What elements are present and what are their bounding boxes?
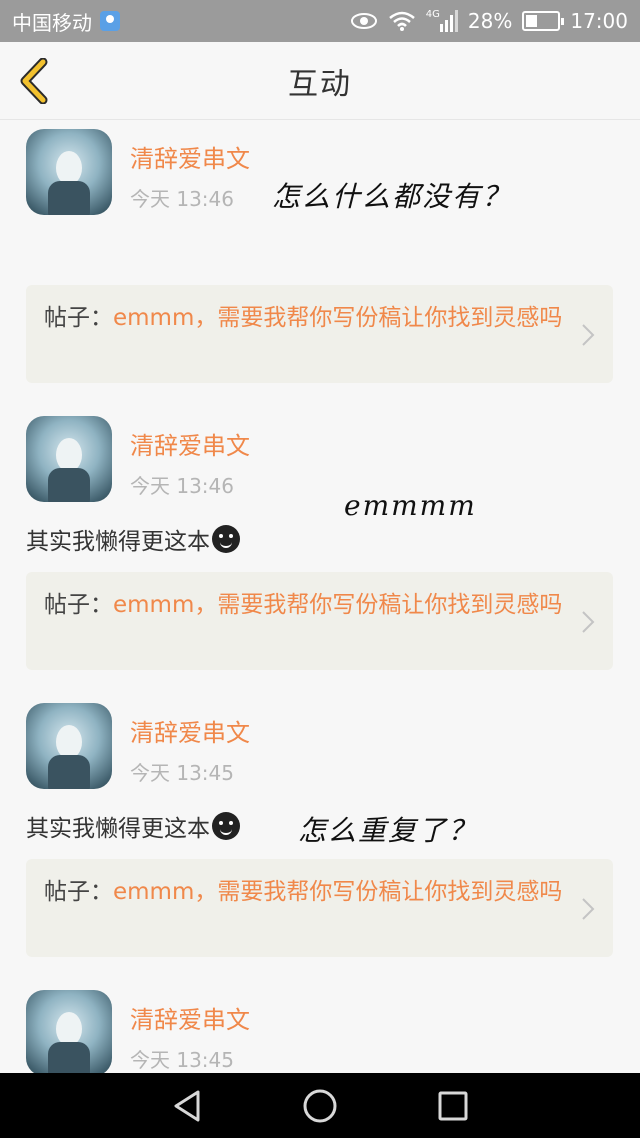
chevron-left-icon [20, 58, 48, 104]
nav-recents-button[interactable] [428, 1081, 478, 1131]
smiley-emoji-icon [212, 812, 240, 840]
post-card[interactable]: 帖子：emmm，需要我帮你写份稿让你找到灵感吗 [26, 285, 613, 383]
interaction-feed[interactable]: 清辞爱串文 今天 13:46 帖子：emmm，需要我帮你写份稿让你找到灵感吗 清… [0, 121, 640, 1073]
annotation-note: 怎么重复了？ [298, 814, 479, 847]
page-title: 互动 [288, 66, 352, 102]
post-label: 帖子： [44, 879, 113, 905]
timestamp: 今天 13:45 [130, 1048, 234, 1072]
status-bar: 中国移动 4G 28% 17:00 [0, 0, 640, 42]
square-recents-icon [438, 1091, 468, 1120]
post-card[interactable]: 帖子：emmm，需要我帮你写份稿让你找到灵感吗 [26, 572, 613, 670]
chevron-right-icon [582, 611, 595, 633]
avatar[interactable] [26, 416, 112, 502]
nav-back-button[interactable] [162, 1081, 212, 1131]
location-icon [100, 11, 120, 31]
circle-home-icon [303, 1089, 337, 1122]
post-text: emmm，需要我帮你写份稿让你找到灵感吗 [113, 592, 563, 618]
comment-content: 其实我懒得更这本 [26, 816, 210, 842]
battery-icon [522, 11, 565, 31]
status-right: 4G 28% 17:00 [350, 9, 628, 33]
post-label: 帖子： [44, 305, 113, 331]
timestamp: 今天 13:45 [130, 761, 234, 785]
carrier-group: 中国移动 [12, 7, 120, 36]
nav-home-button[interactable] [295, 1081, 345, 1131]
avatar[interactable] [26, 990, 112, 1073]
post-text: emmm，需要我帮你写份稿让你找到灵感吗 [113, 879, 563, 905]
battery-percent: 28% [467, 9, 513, 33]
timestamp: 今天 13:46 [130, 474, 234, 498]
comment-text: 其实我懒得更这本 [26, 809, 240, 843]
system-nav-bar [0, 1073, 640, 1138]
post-text: emmm，需要我帮你写份稿让你找到灵感吗 [113, 305, 563, 331]
annotation-note: 怎么什么都没有？ [272, 180, 513, 213]
chevron-right-icon [582, 324, 595, 346]
smiley-emoji-icon [212, 525, 240, 553]
network-type: 4G [425, 8, 440, 20]
comment-text: 其实我懒得更这本 [26, 522, 240, 556]
wifi-icon [388, 11, 415, 31]
comment-content: 其实我懒得更这本 [26, 529, 210, 555]
post-label: 帖子： [44, 592, 113, 618]
chevron-right-icon [582, 898, 595, 920]
timestamp: 今天 13:46 [130, 187, 234, 211]
triangle-back-icon [174, 1090, 200, 1121]
username[interactable]: 清辞爱串文 [130, 1000, 250, 1035]
carrier-name: 中国移动 [12, 10, 92, 35]
clock: 17:00 [570, 9, 628, 33]
avatar[interactable] [26, 703, 112, 789]
username[interactable]: 清辞爱串文 [130, 713, 250, 748]
post-card[interactable]: 帖子：emmm，需要我帮你写份稿让你找到灵感吗 [26, 859, 613, 957]
eye-icon [350, 13, 377, 29]
avatar[interactable] [26, 129, 112, 215]
annotation-note: emmmm [344, 489, 477, 522]
username[interactable]: 清辞爱串文 [130, 139, 250, 174]
username[interactable]: 清辞爱串文 [130, 426, 250, 461]
signal-icon [439, 10, 458, 32]
header: 互动 [0, 42, 640, 120]
back-button[interactable] [14, 58, 54, 104]
